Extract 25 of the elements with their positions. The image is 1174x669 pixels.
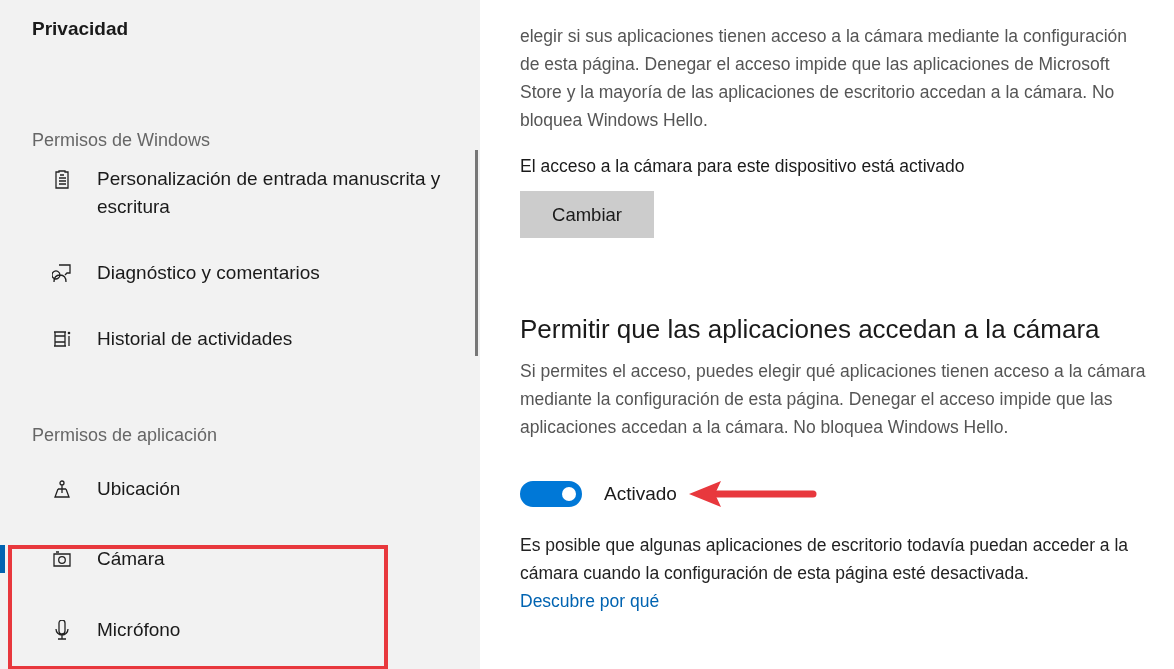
location-pin-icon — [52, 479, 72, 499]
toggle-label: Activado — [604, 483, 677, 505]
scrollbar[interactable] — [475, 150, 478, 356]
section-heading: Permisos de aplicación — [31, 425, 219, 446]
section-heading: Permitir que las aplicaciones accedan a la cámara — [520, 314, 1101, 345]
status-text: El acceso a la cámara para este dispositivo está activado — [520, 156, 966, 177]
timeline-icon — [52, 329, 72, 349]
description-text: Si permites el acceso, puedes elegir qué aplicaciones tienen acceso a la cámara mediante la configuración de esta página. Denegar el acceso impide que las aplicaciones accedan a la cámara. No bloquea Windows Hello. — [520, 360, 1147, 439]
learn-more-link[interactable]: Descubre por qué — [520, 591, 660, 611]
nav-item[interactable]: Diagnóstico y comentarios — [0, 259, 480, 287]
nav-item[interactable]: Historial de actividades — [0, 325, 480, 353]
nav-item[interactable]: Micrófono — [0, 616, 480, 644]
nav-item[interactable]: Ubicación — [0, 475, 480, 503]
clipboard-icon — [52, 169, 72, 189]
nav-item[interactable]: Cámara — [0, 545, 480, 573]
camera-icon — [52, 549, 72, 569]
person-feedback-icon — [52, 263, 72, 283]
nav-item[interactable]: Personalización de entrada manuscrita y escritura — [0, 165, 480, 221]
description-text: elegir si sus aplicaciones tienen acceso a la cámara mediante la configuración de esta página. Denegar el acceso impide que las aplicaciones de Microsoft Store y la mayoría de las aplicaciones de escritorio accedan a la cámara. No bloquea Windows Hello. — [520, 25, 1128, 132]
note-text: Es posible que algunas aplicaciones de escritorio todavía puedan acceder a la cámara cuando la configuración de esta página esté desactivada. Descubre por qué — [520, 534, 1130, 613]
sidebar-title: Privacidad — [31, 18, 130, 41]
toggle-switch[interactable] — [520, 481, 582, 507]
section-heading: Permisos de Windows — [31, 130, 212, 151]
change-button[interactable]: Cambiar — [520, 191, 654, 238]
microphone-icon — [52, 620, 72, 640]
